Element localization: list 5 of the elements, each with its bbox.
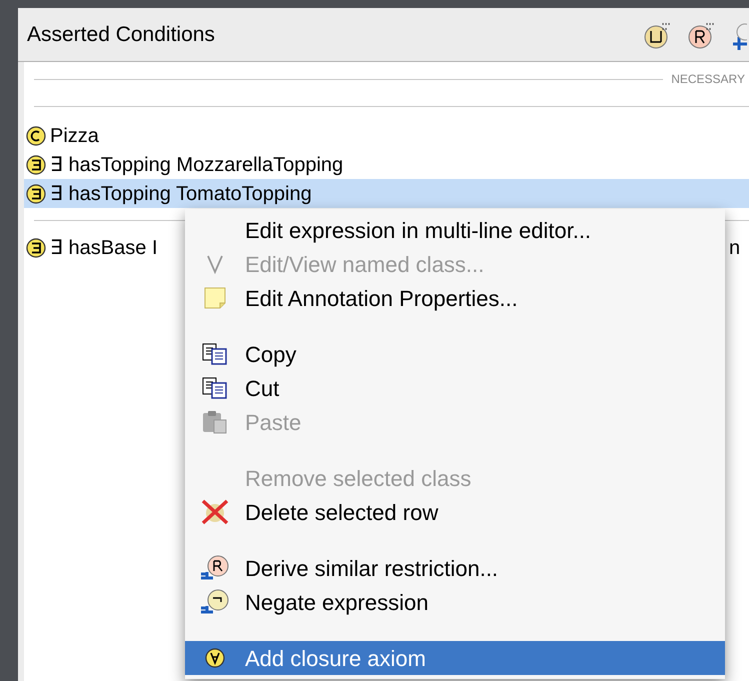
condition-text: ∃ hasTopping TomatoTopping (50, 182, 312, 206)
panel-title: Asserted Conditions (27, 22, 215, 48)
condition-text: ∃ hasTopping MozzarellaTopping (50, 152, 344, 178)
condition-text: ∃ hasBase I (50, 236, 158, 260)
condition-text: Pizza (50, 124, 99, 148)
